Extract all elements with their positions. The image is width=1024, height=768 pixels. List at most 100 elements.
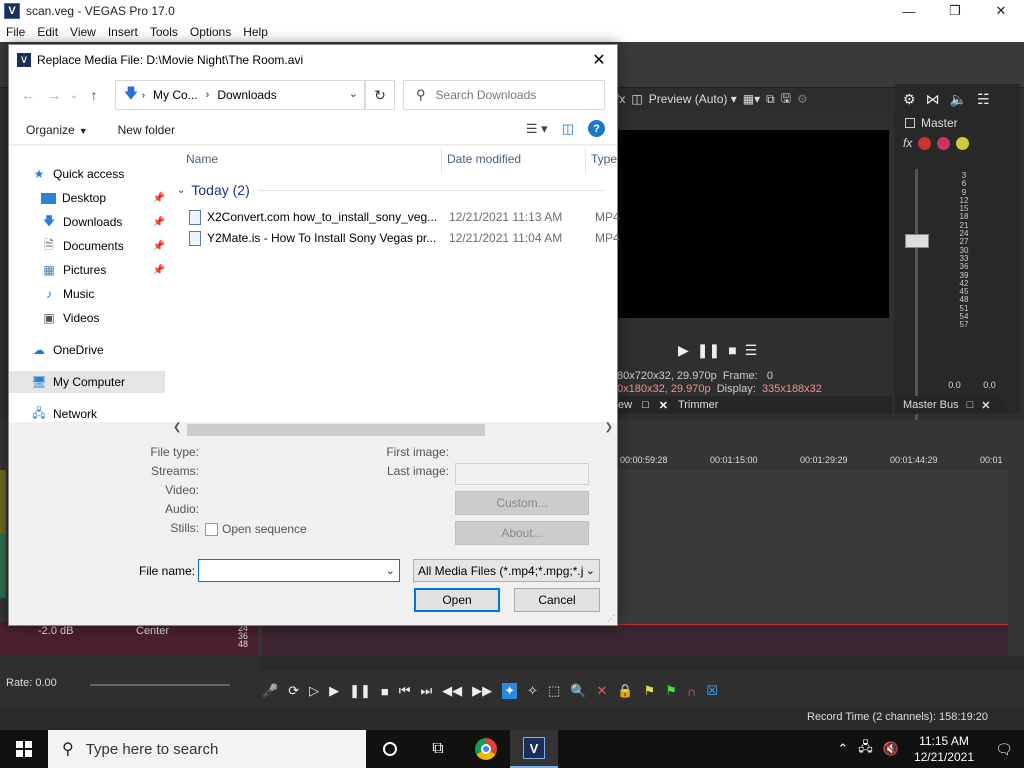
checkbox-box[interactable] [205, 522, 218, 536]
master-checkbox[interactable] [905, 118, 915, 128]
menu-insert[interactable]: Insert [102, 25, 144, 39]
lock-icon[interactable]: 🔒 [617, 683, 633, 699]
mixer-icon[interactable]: ☵ [977, 91, 990, 108]
scrollbar-thumb[interactable] [187, 424, 485, 436]
zoom-tool-icon[interactable]: 🔍 [570, 683, 586, 699]
nav-videos[interactable]: ▣ Videos [41, 307, 169, 329]
minimize-button[interactable]: — [886, 0, 932, 22]
volume-muted-icon[interactable]: 🔇 [883, 741, 899, 757]
taskbar-clock[interactable]: 11:15 AM 12/21/2021 [914, 733, 974, 765]
pin-icon[interactable]: 📌 [153, 217, 165, 228]
menu-file[interactable]: File [0, 25, 31, 39]
close-x-icon[interactable]: ✕ [981, 399, 990, 412]
normal-edit-tool-icon[interactable]: ✦ [502, 683, 518, 699]
chrome-taskbar-button[interactable] [462, 730, 510, 768]
back-arrow-icon[interactable]: ← [15, 87, 41, 103]
marker-icon[interactable]: ⚑ [644, 683, 656, 699]
taskbar-search-box[interactable]: ⚲ Type here to search [48, 730, 366, 768]
vegas-taskbar-button[interactable]: V [510, 730, 558, 768]
close-button[interactable]: ✕ [978, 0, 1024, 22]
chevron-down-icon[interactable]: ⌄ [586, 564, 595, 577]
task-view-button[interactable]: ⧉ [414, 730, 462, 768]
menu-help[interactable]: Help [237, 25, 274, 39]
track-pan[interactable]: Center [136, 625, 169, 637]
cortana-button[interactable] [366, 730, 414, 768]
pin-icon[interactable]: 📌 [153, 241, 165, 252]
network-icon[interactable]: 🖧 [858, 738, 873, 760]
pause-icon[interactable]: ❚❚ [349, 683, 371, 699]
nav-music[interactable]: ♪ Music [41, 283, 169, 305]
rate-slider[interactable] [90, 684, 230, 686]
scroll-right-icon[interactable]: ❯ [605, 422, 613, 433]
tab-preview[interactable]: ew [618, 399, 632, 411]
timeline-ruler[interactable]: 00:00:59:28 00:01:15:00 00:01:29:29 00:0… [618, 453, 1008, 469]
snap-icon[interactable]: ∩ [687, 684, 696, 699]
go-end-icon[interactable]: ⏭ [420, 683, 432, 699]
next-frame-icon[interactable]: ▶▶ [472, 683, 492, 699]
stop-icon[interactable]: ■ [728, 342, 736, 359]
pin-icon[interactable]: 📌 [153, 265, 165, 276]
resize-grip-icon[interactable]: ⋰ [607, 614, 615, 623]
solo-icon[interactable] [956, 136, 970, 150]
nav-downloads[interactable]: 🡇 Downloads 📌 [41, 211, 169, 233]
recent-locations-icon[interactable]: ⌄ [67, 90, 81, 101]
gear-icon[interactable]: ⚙ [903, 91, 916, 108]
track-volume[interactable]: -2.0 dB [38, 625, 73, 637]
dialog-close-button[interactable]: ✕ [589, 50, 609, 70]
column-header-name[interactable]: Name [186, 152, 218, 166]
notification-icon[interactable]: 🗨 [984, 730, 1024, 768]
split-screen-icon[interactable]: ◫ [631, 92, 642, 106]
loop-icon[interactable]: ⟳ [288, 683, 299, 699]
auto-crossfade-icon[interactable]: ☒ [706, 683, 718, 699]
nav-network[interactable]: 🖧 Network [31, 403, 169, 425]
view-options-icon[interactable]: ☰ ▾ [526, 121, 548, 137]
start-button[interactable] [0, 730, 48, 768]
restore-button[interactable]: ❐ [932, 0, 978, 22]
forward-arrow-icon[interactable]: → [41, 87, 67, 103]
play-from-start-icon[interactable]: ▷ [309, 683, 319, 699]
close-tab-icon[interactable]: □ [642, 399, 649, 411]
tab-trimmer[interactable]: Trimmer [678, 399, 719, 411]
audio-track-lane[interactable] [262, 624, 1008, 656]
close-tab-x-icon[interactable]: ✕ [659, 399, 668, 412]
stop-icon[interactable]: ■ [381, 684, 389, 699]
go-start-icon[interactable]: ⏮ [399, 683, 411, 699]
new-folder-button[interactable]: New folder [88, 123, 175, 137]
breadcrumb-my-computer[interactable]: My Co... [153, 88, 198, 102]
nav-quick-access[interactable]: ★ Quick access [31, 163, 169, 185]
breadcrumb-chevron-icon[interactable]: › [206, 89, 210, 101]
file-name-field[interactable]: ⌄ [198, 559, 400, 582]
prev-frame-icon[interactable]: ◀◀ [442, 683, 462, 699]
settings-icon[interactable]: ⚙ [797, 92, 808, 106]
search-input[interactable]: ⚲ Search Downloads [403, 80, 605, 110]
master-fader-knob[interactable] [905, 234, 929, 248]
chevron-down-icon[interactable]: ⌄ [349, 87, 358, 100]
file-type-filter-select[interactable]: All Media Files (*.mp4;*.mpg;*.j ⌄ [413, 559, 600, 582]
bowtie-icon[interactable]: ⋈ [926, 91, 940, 108]
master-bus-tab-label[interactable]: Master Bus [903, 399, 959, 411]
menu-icon[interactable]: ☰ [745, 342, 758, 359]
file-row[interactable]: X2Convert.com how_to_install_sony_veg...… [189, 207, 620, 227]
envelope-tool-icon[interactable]: ✧ [527, 683, 538, 699]
chevron-up-icon[interactable]: ⌃ [837, 741, 848, 757]
horizontal-scrollbar[interactable]: ❮ ❯ [169, 422, 617, 438]
column-header-date[interactable]: Date modified [447, 152, 521, 166]
open-button[interactable]: Open [414, 588, 500, 612]
refresh-button[interactable]: ↻ [365, 80, 395, 110]
nav-pictures[interactable]: ▦ Pictures 📌 [41, 259, 169, 281]
nav-my-computer[interactable]: 🖥 My Computer [9, 371, 165, 393]
nav-desktop[interactable]: Desktop 📌 [41, 187, 169, 209]
scroll-left-icon[interactable]: ❮ [173, 422, 181, 433]
selection-tool-icon[interactable]: ⬚ [548, 683, 560, 699]
preview-quality-dropdown[interactable]: Preview (Auto) ▾ [649, 92, 737, 106]
group-header-today[interactable]: ⌄ Today (2) [175, 182, 605, 198]
file-row[interactable]: Y2Mate.is - How To Install Sony Vegas pr… [189, 228, 620, 248]
audio-track-header[interactable]: -2.0 dB Center [0, 622, 258, 656]
play-icon[interactable]: ▶ [678, 342, 689, 359]
fx-icon[interactable]: fx [903, 136, 912, 150]
nav-onedrive[interactable]: ☁ OneDrive [31, 339, 169, 361]
address-bar[interactable]: 🡇 › My Co... › Downloads ⌄ [115, 80, 365, 110]
cancel-button[interactable]: Cancel [514, 588, 600, 612]
dialog-titlebar[interactable]: V Replace Media File: D:\Movie Night\The… [9, 45, 617, 75]
about-button[interactable]: About... [455, 521, 589, 545]
